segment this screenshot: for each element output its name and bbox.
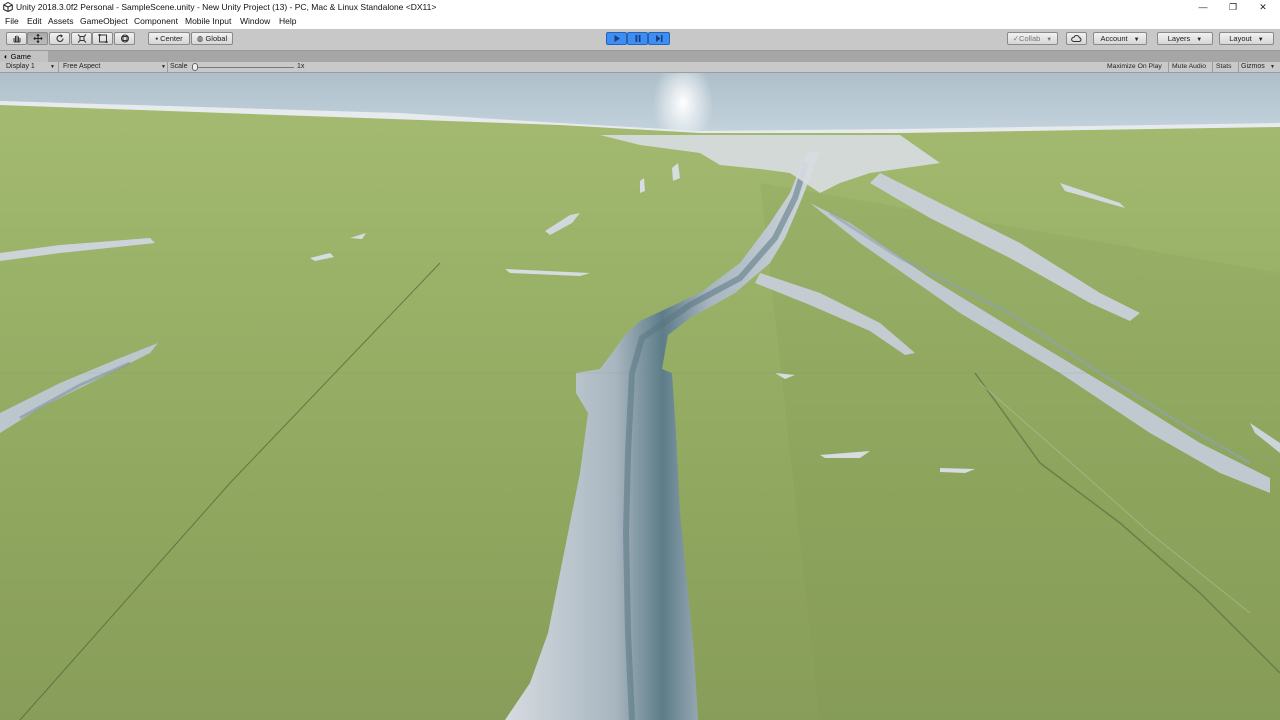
stats-toggle[interactable]: Stats <box>1213 62 1235 72</box>
collab-label: Collab <box>1019 34 1041 43</box>
move-tool-icon <box>32 34 43 43</box>
rect-tool-icon <box>98 34 107 43</box>
chevron-down-icon: ▼ <box>1257 37 1264 43</box>
rect-tool-button[interactable] <box>92 32 113 45</box>
game-tab-icon: ◐ <box>4 52 9 61</box>
game-view-toolbar: Display 1 ▼ Free Aspect ▼ Scale 1x Maxim… <box>0 62 1280 73</box>
gizmos-label: Gizmos <box>1241 63 1265 70</box>
cloud-icon <box>1071 35 1082 42</box>
chevron-down-icon: ▼ <box>1046 37 1053 43</box>
collab-dropdown[interactable]: ✓Collab ▼ <box>1007 32 1058 45</box>
menu-bar: File Edit Assets GameObject Component Mo… <box>0 15 1280 29</box>
globe-icon: ◍ <box>196 34 204 43</box>
window-title: Unity 2018.3.0f2 Personal - SampleScene.… <box>16 2 437 12</box>
transform-tool-button[interactable] <box>114 32 135 45</box>
divider <box>1238 62 1239 72</box>
game-viewport[interactable] <box>0 73 1280 720</box>
layout-label: Layout <box>1229 34 1252 43</box>
step-button[interactable] <box>648 32 670 45</box>
minimize-button[interactable]: — <box>1188 0 1218 15</box>
layers-label: Layers <box>1167 34 1191 43</box>
menu-component[interactable]: Component <box>134 16 178 26</box>
scale-slider-handle[interactable] <box>192 63 198 71</box>
tab-bar: ◐ Game <box>0 51 1280 62</box>
account-dropdown[interactable]: Account ▼ <box>1093 32 1147 45</box>
aspect-label: Free Aspect <box>63 63 101 70</box>
chevron-down-icon: ▼ <box>161 64 166 70</box>
menu-edit[interactable]: Edit <box>27 16 42 26</box>
rotate-tool-icon <box>56 34 64 43</box>
menu-window[interactable]: Window <box>240 16 270 26</box>
mute-audio-toggle[interactable]: Mute Audio <box>1169 62 1209 72</box>
title-bar: Unity 2018.3.0f2 Personal - SampleScene.… <box>0 0 1280 15</box>
pause-icon <box>635 35 640 42</box>
chevron-down-icon: ▼ <box>1133 37 1140 43</box>
layers-dropdown[interactable]: Layers ▼ <box>1157 32 1213 45</box>
divider <box>58 62 59 72</box>
scale-value: 1x <box>297 63 305 70</box>
play-button[interactable] <box>606 32 627 45</box>
pivot-icon: ▪ <box>155 34 159 43</box>
space-global-toggle[interactable]: ◍ Global <box>191 32 233 45</box>
transform-tool-icon <box>120 34 129 43</box>
unity-logo-icon <box>3 2 13 12</box>
main-toolbar: ▪ Center ◍ Global ✓Collab ▼ Account ▼ Laye… <box>0 29 1280 51</box>
chevron-down-icon: ▼ <box>1270 64 1275 70</box>
menu-file[interactable]: File <box>5 16 19 26</box>
menu-mobile-input[interactable]: Mobile Input <box>185 16 231 26</box>
scale-slider[interactable] <box>194 67 294 68</box>
chevron-down-icon: ▼ <box>50 64 55 70</box>
aspect-dropdown[interactable]: Free Aspect ▼ <box>63 62 167 72</box>
menu-assets[interactable]: Assets <box>48 16 74 26</box>
divider <box>167 62 168 72</box>
chevron-down-icon: ▼ <box>1196 37 1203 43</box>
rotate-tool-button[interactable] <box>49 32 70 45</box>
scale-tool-icon <box>77 34 86 43</box>
terrain-render <box>0 73 1280 720</box>
menu-gameobject[interactable]: GameObject <box>80 16 128 26</box>
gizmos-dropdown[interactable]: Gizmos ▼ <box>1241 62 1277 72</box>
tab-game[interactable]: ◐ Game <box>0 51 48 62</box>
account-label: Account <box>1100 34 1128 43</box>
scale-tool-button[interactable] <box>71 32 92 45</box>
pivot-center-toggle[interactable]: ▪ Center <box>148 32 190 45</box>
close-button[interactable]: ✕ <box>1248 0 1278 15</box>
cloud-button[interactable] <box>1066 32 1087 45</box>
step-icon <box>656 35 663 42</box>
display-label: Display 1 <box>6 63 35 70</box>
game-tab-label: Game <box>10 52 32 61</box>
maximize-on-play-toggle[interactable]: Maximize On Play <box>1104 62 1165 72</box>
scale-label: Scale <box>170 63 188 70</box>
restore-button[interactable]: ❐ <box>1218 0 1248 15</box>
pause-button[interactable] <box>627 32 648 45</box>
hand-tool-button[interactable] <box>6 32 27 45</box>
move-tool-button[interactable] <box>27 32 48 45</box>
play-icon <box>614 35 620 42</box>
display-dropdown[interactable]: Display 1 ▼ <box>6 62 56 72</box>
pivot-label: Center <box>160 34 183 43</box>
space-label: Global <box>205 34 228 43</box>
menu-help[interactable]: Help <box>279 16 296 26</box>
layout-dropdown[interactable]: Layout ▼ <box>1219 32 1274 45</box>
hand-tool-icon <box>13 35 20 43</box>
